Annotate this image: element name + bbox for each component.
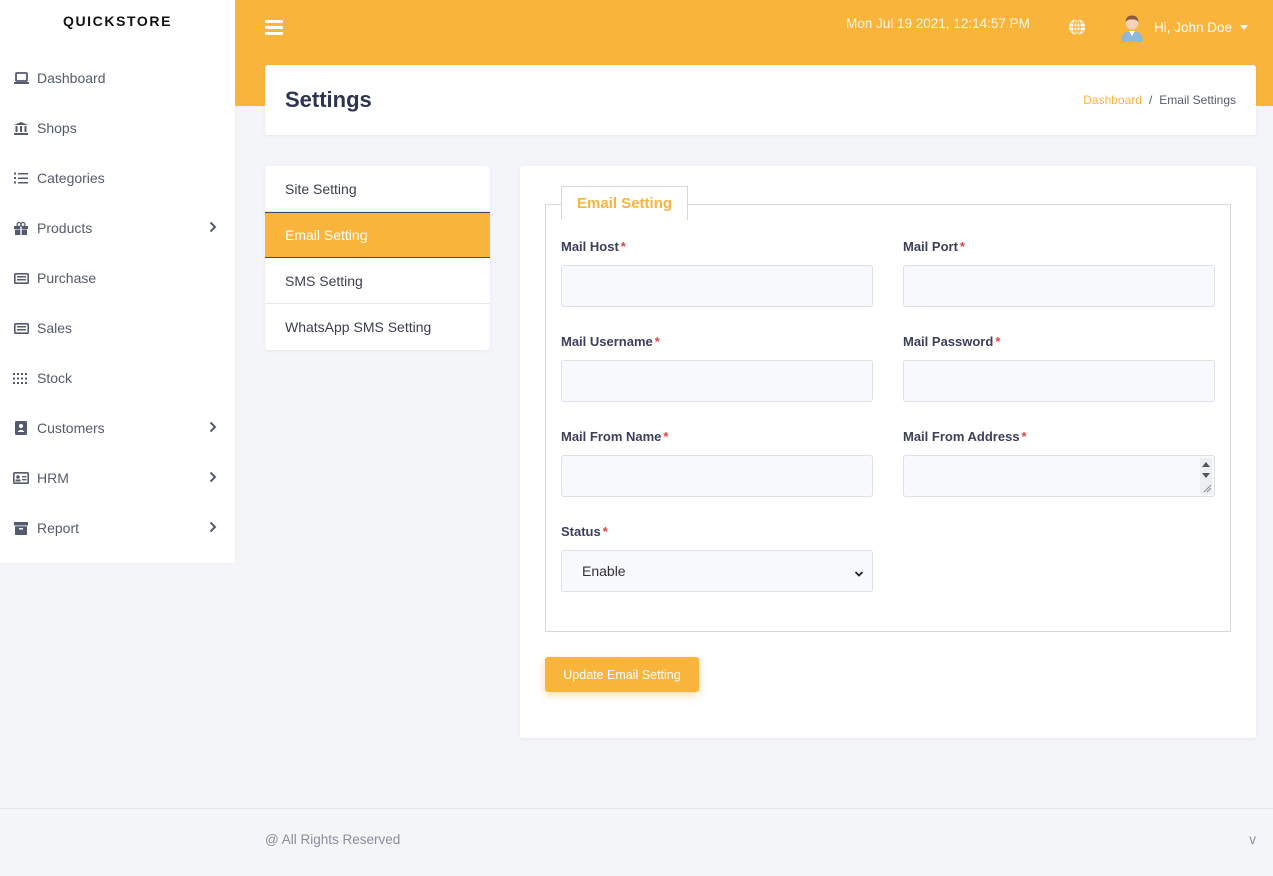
field-label-text: Mail Port (903, 239, 958, 254)
globe-icon[interactable] (1068, 18, 1086, 36)
required-mark: * (602, 524, 608, 539)
required-mark: * (995, 334, 1001, 349)
status-label: Status * (561, 524, 873, 540)
mail-from-address-group: Mail From Address * (903, 429, 1215, 497)
status-selected-value: Enable (582, 563, 626, 579)
mail-password-label: Mail Password * (903, 334, 1215, 350)
user-menu[interactable]: Hi, John Doe (1117, 12, 1249, 42)
sidebar-item-hrm[interactable]: HRM (0, 453, 235, 503)
settings-tab-whatsapp-sms[interactable]: WhatsApp SMS Setting (265, 304, 490, 350)
archive-icon (13, 520, 29, 536)
required-mark: * (620, 239, 626, 254)
sidebar-item-label: Dashboard (37, 70, 106, 86)
footer-version: v (1249, 832, 1256, 847)
field-label-text: Mail Username (561, 334, 653, 349)
footer-copyright: @ All Rights Reserved (265, 832, 401, 847)
field-label-text: Mail Host (561, 239, 619, 254)
bank-icon (13, 120, 29, 136)
mail-port-group: Mail Port * (903, 239, 1215, 307)
mail-password-group: Mail Password * (903, 334, 1215, 402)
field-label-text: Mail From Address (903, 429, 1020, 444)
mail-port-label: Mail Port * (903, 239, 1215, 255)
list-icon (13, 170, 29, 186)
sidebar-item-label: Report (37, 520, 80, 536)
update-email-setting-button[interactable]: Update Email Setting (545, 657, 699, 692)
fieldset-legend: Email Setting (561, 186, 689, 220)
mail-host-input[interactable] (561, 265, 873, 307)
email-settings-card: Email Setting Mail Host * Mail Port * Mail… (520, 166, 1256, 738)
mail-host-group: Mail Host * (561, 239, 873, 307)
sidebar: QUICKSTORE Dashboard Shops Categories Pr… (0, 0, 235, 563)
breadcrumb-separator: / (1148, 93, 1153, 107)
menu-toggle-icon[interactable] (265, 20, 283, 35)
caret-down-icon (1240, 24, 1249, 30)
required-mark: * (663, 429, 669, 444)
page-header-card: Settings Dashboard / Email Settings (265, 65, 1256, 135)
sidebar-item-label: Categories (37, 170, 105, 186)
mail-host-label: Mail Host * (561, 239, 873, 255)
page-title: Settings (285, 87, 372, 112)
status-group: Status * Enable (561, 524, 873, 592)
mail-from-name-group: Mail From Name * (561, 429, 873, 497)
sidebar-item-label: Products (37, 220, 93, 236)
sidebar-item-label: HRM (37, 470, 69, 486)
required-mark: * (959, 239, 965, 254)
sidebar-item-shops[interactable]: Shops (0, 103, 235, 153)
chevron-right-icon (209, 420, 217, 436)
breadcrumb: Dashboard / Email Settings (1083, 93, 1236, 107)
mail-username-input[interactable] (561, 360, 873, 402)
sidebar-item-label: Shops (37, 120, 77, 136)
settings-menu: Site Setting Email Setting SMS Setting W… (265, 166, 490, 350)
sidebar-item-categories[interactable]: Categories (0, 153, 235, 203)
mail-password-input[interactable] (903, 360, 1215, 402)
avatar (1117, 12, 1147, 42)
mail-username-group: Mail Username * (561, 334, 873, 402)
sidebar-nav: Dashboard Shops Categories Products Purc… (0, 53, 235, 553)
mail-from-address-label: Mail From Address * (903, 429, 1215, 445)
field-label-text: Mail From Name (561, 429, 662, 444)
sidebar-item-purchase[interactable]: Purchase (0, 253, 235, 303)
breadcrumb-dashboard-link[interactable]: Dashboard (1083, 93, 1142, 107)
sidebar-item-label: Sales (37, 320, 73, 336)
sidebar-item-sales[interactable]: Sales (0, 303, 235, 353)
sidebar-item-dashboard[interactable]: Dashboard (0, 53, 235, 103)
gift-icon (13, 220, 29, 236)
brand-logo[interactable]: QUICKSTORE (0, 0, 235, 42)
sidebar-item-label: Customers (37, 420, 105, 436)
settings-tab-sms[interactable]: SMS Setting (265, 258, 490, 304)
required-mark: * (654, 334, 660, 349)
chevron-right-icon (209, 220, 217, 236)
required-mark: * (1021, 429, 1027, 444)
mail-username-label: Mail Username * (561, 334, 873, 350)
contact-book-icon (13, 420, 29, 436)
id-card-icon (13, 470, 29, 486)
mail-from-name-input[interactable] (561, 455, 873, 497)
textarea-scroll-arrows[interactable] (1200, 458, 1212, 494)
chevron-right-icon (209, 470, 217, 486)
sidebar-item-label: Purchase (37, 270, 97, 286)
grid-icon (13, 370, 29, 386)
sidebar-item-products[interactable]: Products (0, 203, 235, 253)
laptop-icon (13, 70, 29, 86)
chevron-down-icon (854, 565, 864, 581)
status-select[interactable]: Enable (561, 550, 873, 592)
breadcrumb-current: Email Settings (1159, 93, 1236, 107)
sidebar-item-report[interactable]: Report (0, 503, 235, 553)
mail-port-input[interactable] (903, 265, 1215, 307)
settings-tab-email[interactable]: Email Setting (265, 212, 490, 258)
mail-from-name-label: Mail From Name * (561, 429, 873, 445)
field-label-text: Status (561, 524, 601, 539)
footer: @ All Rights Reserved v (0, 808, 1273, 876)
chevron-right-icon (209, 520, 217, 536)
money-icon (13, 270, 29, 286)
sidebar-item-label: Stock (37, 370, 73, 386)
field-label-text: Mail Password (903, 334, 994, 349)
sidebar-item-customers[interactable]: Customers (0, 403, 235, 453)
header-datetime: Mon Jul 19 2021, 12:14:57 PM (846, 16, 1030, 31)
mail-from-address-textarea[interactable] (903, 455, 1215, 497)
money-icon (13, 320, 29, 336)
sidebar-item-stock[interactable]: Stock (0, 353, 235, 403)
user-greeting: Hi, John Doe (1154, 19, 1233, 35)
settings-tab-site[interactable]: Site Setting (265, 166, 490, 212)
